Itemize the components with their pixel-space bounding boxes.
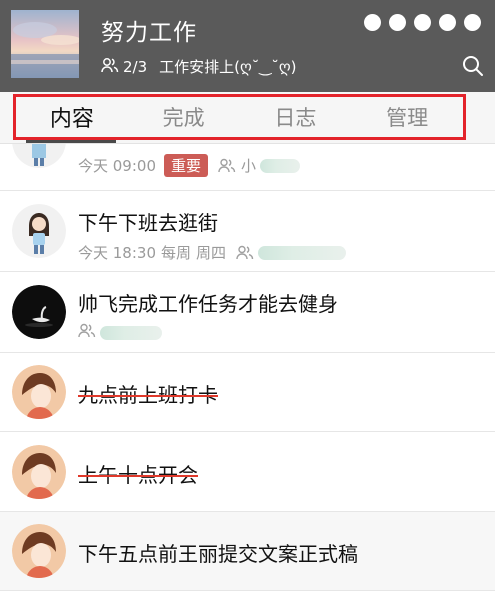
- task-meta: 今天 09:00 重要 小: [78, 154, 301, 177]
- blurred-assignees: [100, 325, 162, 340]
- woman-avatar: [12, 365, 66, 419]
- group-avatar[interactable]: [11, 10, 79, 78]
- task-meta: 今天 18:30 每周 周四: [78, 242, 347, 263]
- task-row[interactable]: 下午五点前王丽提交文案正式稿: [0, 512, 495, 591]
- member-count: 2/3: [123, 57, 148, 76]
- tab-bar: 内容 完成 日志 管理: [0, 92, 495, 144]
- task-row[interactable]: 帅飞完成工作任务才能去健身: [0, 272, 495, 353]
- blurred-name: [260, 158, 301, 173]
- task-time: 今天 09:00: [78, 157, 156, 175]
- tab-log[interactable]: 日志: [240, 97, 352, 137]
- swan-avatar: [12, 285, 66, 339]
- task-title: 帅飞完成工作任务才能去健身: [78, 292, 338, 316]
- task-title: 下午下班去逛街: [78, 211, 218, 235]
- important-badge: 重要: [164, 154, 209, 177]
- dot: [414, 14, 431, 31]
- search-icon[interactable]: [462, 55, 484, 77]
- tab-manage[interactable]: 管理: [351, 97, 463, 137]
- woman-avatar: [12, 524, 66, 578]
- task-title: 上午十点开会: [78, 463, 198, 487]
- task-row[interactable]: 上午十点开会: [0, 432, 495, 512]
- assignee-name: 小: [241, 157, 257, 175]
- group-title: 努力工作: [101, 20, 197, 46]
- members-icon: [101, 57, 119, 77]
- more-dots-icon[interactable]: [364, 14, 481, 31]
- task-row[interactable]: 九点前上班打卡: [0, 353, 495, 432]
- group-header: 努力工作 2/3 工作安排上(ღ˘‿˘ღ): [0, 0, 495, 92]
- tab-content[interactable]: 内容: [16, 97, 128, 143]
- task-repeat: 每周: [161, 244, 192, 262]
- task-title: 下午五点前王丽提交文案正式稿: [78, 542, 358, 566]
- group-description: 工作安排上(ღ˘‿˘ღ): [159, 58, 297, 76]
- task-time: 今天 18:30: [78, 244, 156, 262]
- girl-avatar: [12, 144, 66, 168]
- group-subtitle: 2/3 工作安排上(ღ˘‿˘ღ): [101, 56, 297, 77]
- task-row[interactable]: 今天 09:00 重要 小: [0, 144, 495, 191]
- people-icon: [78, 323, 96, 342]
- task-meta: [78, 323, 162, 342]
- people-icon: [218, 158, 236, 173]
- dot: [364, 14, 381, 31]
- dot: [389, 14, 406, 31]
- task-list: 今天 09:00 重要 小 下午下班去逛街 今天 18:30 每周 周四 帅飞完…: [0, 144, 495, 591]
- dot: [439, 14, 456, 31]
- woman-avatar: [12, 445, 66, 499]
- tab-done[interactable]: 完成: [128, 97, 240, 137]
- task-weekday: 周四: [196, 244, 227, 262]
- people-icon: [236, 245, 254, 260]
- tabs-highlight-box: 内容 完成 日志 管理: [13, 94, 466, 143]
- girl-avatar: [12, 204, 66, 258]
- dot: [464, 14, 481, 31]
- task-row[interactable]: 下午下班去逛街 今天 18:30 每周 周四: [0, 191, 495, 272]
- blurred-assignees: [258, 245, 347, 260]
- task-title: 九点前上班打卡: [78, 383, 218, 407]
